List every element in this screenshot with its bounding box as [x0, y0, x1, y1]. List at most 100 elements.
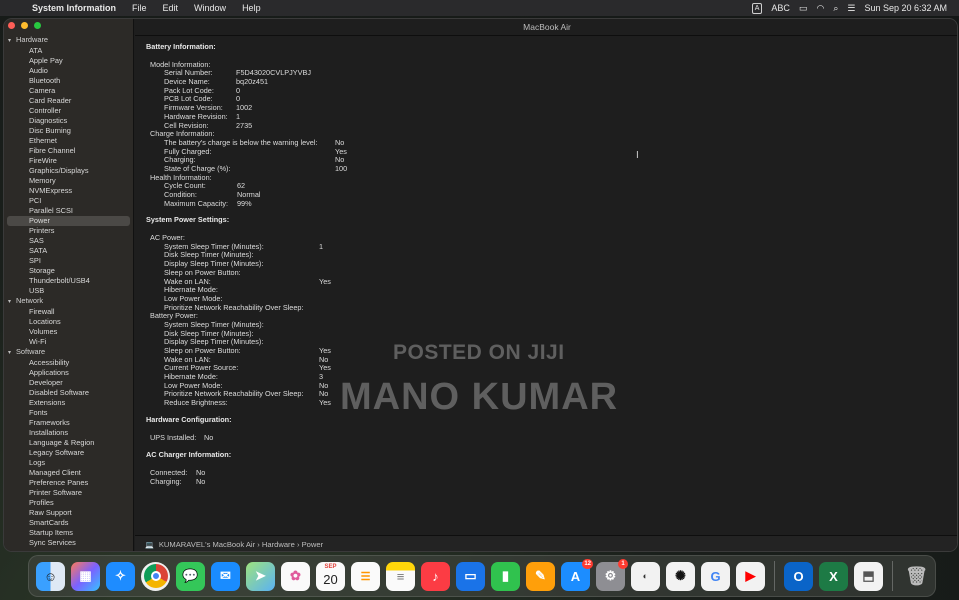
sidebar-section-hardware[interactable]: ▾ Hardware	[4, 35, 134, 46]
sidebar-item-apple-pay[interactable]: Apple Pay	[4, 56, 134, 66]
sidebar-item-graphics-displays[interactable]: Graphics/Displays	[4, 166, 134, 176]
sidebar-section-network[interactable]: ▾ Network	[4, 296, 134, 307]
close-window-button[interactable]	[8, 22, 15, 29]
battery-icon[interactable]: ▭	[799, 3, 808, 14]
maps-icon[interactable]: ➤	[246, 561, 275, 591]
excel-icon[interactable]: X	[819, 561, 848, 591]
photos-icon[interactable]: ✿	[281, 561, 310, 591]
sidebar-item-fibre-channel[interactable]: Fibre Channel	[4, 146, 134, 156]
sidebar-item-firewire[interactable]: FireWire	[4, 156, 134, 166]
menu-edit[interactable]: Edit	[155, 3, 187, 13]
sidebar-item-profiles[interactable]: Profiles	[4, 498, 134, 508]
app-store-icon[interactable]: A 12	[561, 558, 593, 591]
outlook-icon[interactable]: O	[784, 561, 813, 591]
control-center-icon[interactable]: ☰	[847, 3, 855, 14]
sidebar-item-installations[interactable]: Installations	[4, 428, 134, 438]
sidebar-item-disabled-software[interactable]: Disabled Software	[4, 388, 134, 398]
sidebar-item-sync-services[interactable]: Sync Services	[4, 538, 134, 548]
sidebar-item-applications[interactable]: Applications	[4, 368, 134, 378]
sidebar-item-raw-support[interactable]: Raw Support	[4, 508, 134, 518]
mail-icon[interactable]: ✉	[211, 561, 240, 591]
music-icon[interactable]: ♪	[421, 561, 450, 591]
path-item-power[interactable]: Power	[302, 540, 324, 549]
laptop-icon: 💻	[145, 542, 154, 549]
sidebar-item-accessibility[interactable]: Accessibility	[4, 358, 134, 368]
calendar-icon[interactable]: SEP 20	[316, 561, 345, 591]
sidebar-item-pci[interactable]: PCI	[4, 196, 134, 206]
sidebar-item-power[interactable]: Power	[7, 216, 130, 226]
sidebar-item-wi-fi[interactable]: Wi-Fi	[4, 337, 134, 347]
sidebar-item-usb[interactable]: USB	[4, 286, 134, 296]
sidebar-item-developer[interactable]: Developer	[4, 378, 134, 388]
sidebar-item-ethernet[interactable]: Ethernet	[4, 136, 134, 146]
sidebar-item-volumes[interactable]: Volumes	[4, 327, 134, 337]
sidebar-item-language-region[interactable]: Language & Region	[4, 438, 134, 448]
sidebar-item-logs[interactable]: Logs	[4, 458, 134, 468]
wifi-icon[interactable]: ◠	[816, 3, 824, 14]
chevron-down-icon[interactable]: ▾	[8, 348, 16, 358]
sidebar-item-sas[interactable]: SAS	[4, 236, 134, 246]
power-setting-value: Yes	[319, 398, 331, 408]
sidebar-section-software[interactable]: ▾ Software	[4, 347, 134, 358]
sidebar-item-managed-client[interactable]: Managed Client	[4, 468, 134, 478]
sidebar-item-thunderbolt-usb4[interactable]: Thunderbolt/USB4	[4, 276, 134, 286]
launchpad-icon[interactable]: ▦	[71, 561, 100, 591]
sidebar-item-audio[interactable]: Audio	[4, 66, 134, 76]
sidebar-item-disc-burning[interactable]: Disc Burning	[4, 126, 134, 136]
sidebar-item-camera[interactable]: Camera	[4, 86, 134, 96]
chevron-down-icon[interactable]: ▾	[8, 297, 16, 307]
sidebar-item-sata[interactable]: SATA	[4, 246, 134, 256]
system-settings-icon[interactable]: ⚙ 1	[596, 558, 628, 591]
safari-icon[interactable]: ✧	[106, 561, 135, 591]
menu-help[interactable]: Help	[234, 3, 269, 13]
pages-icon[interactable]: ✎	[526, 561, 555, 591]
chevron-down-icon[interactable]: ▾	[8, 36, 16, 46]
finder-icon[interactable]: ☺	[36, 561, 65, 591]
path-item-hardware[interactable]: Hardware	[262, 540, 295, 549]
youtube-icon[interactable]: ▶	[736, 561, 765, 591]
category-tree: ▾ Hardware ATA Apple Pay Audio Bluetooth Camer…	[4, 35, 134, 548]
sidebar-item-fonts[interactable]: Fonts	[4, 408, 134, 418]
sidebar-item-smartcards[interactable]: SmartCards	[4, 518, 134, 528]
sidebar-item-printer-software[interactable]: Printer Software	[4, 488, 134, 498]
sidebar-item-diagnostics[interactable]: Diagnostics	[4, 116, 134, 126]
menu-file[interactable]: File	[124, 3, 155, 13]
messages-icon[interactable]: 💬	[176, 561, 205, 591]
preview-icon[interactable]: ⬒	[854, 561, 883, 591]
sidebar-item-parallel-scsi[interactable]: Parallel SCSI	[4, 206, 134, 216]
sidebar-item-extensions[interactable]: Extensions	[4, 398, 134, 408]
app-icon[interactable]: ◐	[631, 561, 660, 591]
sidebar-item-memory[interactable]: Memory	[4, 176, 134, 186]
sidebar-item-firewall[interactable]: Firewall	[4, 307, 134, 317]
numbers-icon[interactable]: ▮	[491, 561, 520, 591]
chatgpt-icon[interactable]: ✺	[666, 561, 695, 591]
reminders-icon[interactable]: ☰	[351, 561, 380, 591]
sidebar-item-card-reader[interactable]: Card Reader	[4, 96, 134, 106]
sidebar-item-preference-panes[interactable]: Preference Panes	[4, 478, 134, 488]
sidebar-item-printers[interactable]: Printers	[4, 226, 134, 236]
menu-clock[interactable]: Sun Sep 20 6:32 AM	[864, 3, 947, 13]
spotlight-search-icon[interactable]: ⌕	[833, 3, 838, 14]
sidebar-item-spi[interactable]: SPI	[4, 256, 134, 266]
app-menu[interactable]: System Information	[28, 3, 124, 13]
sidebar-item-controller[interactable]: Controller	[4, 106, 134, 116]
sidebar-item-ata[interactable]: ATA	[4, 46, 134, 56]
chrome-icon[interactable]	[141, 561, 170, 591]
zoom-window-button[interactable]	[34, 22, 41, 29]
path-item-computer[interactable]: KUMARAVEL's MacBook Air	[159, 540, 255, 549]
sidebar-item-storage[interactable]: Storage	[4, 266, 134, 276]
trash-icon[interactable]: 🗑	[902, 562, 931, 591]
minimize-window-button[interactable]	[21, 22, 28, 29]
sidebar-item-legacy-software[interactable]: Legacy Software	[4, 448, 134, 458]
sidebar-item-startup-items[interactable]: Startup Items	[4, 528, 134, 538]
sidebar-item-locations[interactable]: Locations	[4, 317, 134, 327]
input-source-label[interactable]: ABC	[771, 3, 790, 13]
input-source-icon[interactable]: A	[751, 2, 763, 14]
google-icon[interactable]: G	[701, 561, 730, 591]
keynote-icon[interactable]: ▭	[456, 561, 485, 591]
sidebar-item-nvmexpress[interactable]: NVMExpress	[4, 186, 134, 196]
menu-window[interactable]: Window	[186, 3, 234, 13]
sidebar-item-frameworks[interactable]: Frameworks	[4, 418, 134, 428]
sidebar-item-bluetooth[interactable]: Bluetooth	[4, 76, 134, 86]
notes-icon[interactable]: ≡	[386, 561, 415, 591]
